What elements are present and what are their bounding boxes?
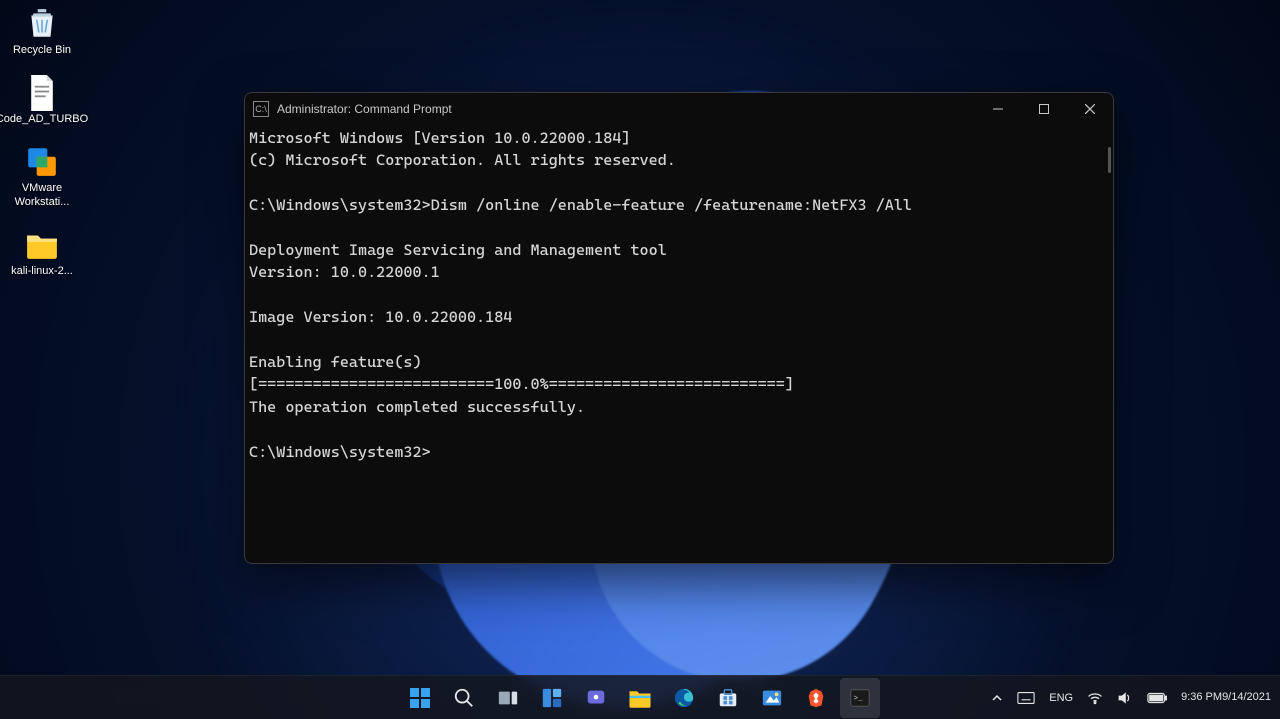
folder-icon <box>24 227 60 263</box>
task-view-button[interactable] <box>488 678 528 718</box>
terminal-line: Version: 10.0.22000.1 <box>249 263 440 281</box>
taskbar-center: >_ <box>400 678 880 718</box>
recycle-bin-icon <box>24 6 60 42</box>
system-tray: ENG 9:36 PM 9/14/2021 <box>988 691 1274 705</box>
language-indicator[interactable]: ENG <box>1046 692 1076 704</box>
command-prompt-button[interactable]: >_ <box>840 678 880 718</box>
scrollbar-thumb[interactable] <box>1108 147 1111 173</box>
maximize-button[interactable] <box>1021 93 1067 125</box>
widgets-button[interactable] <box>532 678 572 718</box>
edge-button[interactable] <box>664 678 704 718</box>
desktop-icon-vmware[interactable]: VMware Workstati... <box>4 142 80 210</box>
desktop-icon-code-ad-turbo[interactable]: Code_AD_TURBO <box>4 73 80 128</box>
terminal-line: Microsoft Windows [Version 10.0.22000.18… <box>249 129 630 147</box>
photos-button[interactable] <box>752 678 792 718</box>
chat-button[interactable] <box>576 678 616 718</box>
keyboard-icon[interactable] <box>1014 691 1038 705</box>
brave-button[interactable] <box>796 678 836 718</box>
terminal-line: [==========================100.0%=======… <box>249 375 794 393</box>
terminal-line: The operation completed successfully. <box>249 398 585 416</box>
file-explorer-button[interactable] <box>620 678 660 718</box>
desktop-icon-label: VMware Workstati... <box>6 182 78 208</box>
battery-icon[interactable] <box>1144 692 1170 704</box>
terminal-line: (c) Microsoft Corporation. All rights re… <box>249 151 676 169</box>
terminal-line: C:\Windows\system32>Dism /online /enable… <box>249 196 912 214</box>
text-file-icon <box>24 75 60 111</box>
clock[interactable]: 9:36 PM 9/14/2021 <box>1178 691 1274 705</box>
tray-overflow-button[interactable] <box>988 692 1006 704</box>
svg-text:>_: >_ <box>854 694 863 702</box>
desktop-icon-kali-folder[interactable]: kali-linux-2... <box>4 225 80 280</box>
desktop-icon-recycle-bin[interactable]: Recycle Bin <box>4 4 80 59</box>
command-prompt-window[interactable]: C:\ Administrator: Command Prompt Micros… <box>244 92 1114 564</box>
desktop-icon-label: kali-linux-2... <box>11 265 73 278</box>
store-button[interactable] <box>708 678 748 718</box>
wifi-icon[interactable] <box>1084 691 1106 705</box>
window-controls <box>975 93 1113 125</box>
desktop-icon-label: Recycle Bin <box>13 44 71 57</box>
window-title: Administrator: Command Prompt <box>277 102 452 116</box>
terminal-output[interactable]: Microsoft Windows [Version 10.0.22000.18… <box>245 125 1113 563</box>
terminal-line: Deployment Image Servicing and Managemen… <box>249 241 667 259</box>
minimize-button[interactable] <box>975 93 1021 125</box>
terminal-line: C:\Windows\system32> <box>249 443 431 461</box>
clock-time: 9:36 PM <box>1181 691 1222 705</box>
terminal-line: Enabling feature(s) <box>249 353 422 371</box>
window-titlebar[interactable]: C:\ Administrator: Command Prompt <box>245 93 1113 125</box>
search-button[interactable] <box>444 678 484 718</box>
terminal-line: Image Version: 10.0.22000.184 <box>249 308 512 326</box>
close-button[interactable] <box>1067 93 1113 125</box>
cmd-icon: C:\ <box>253 101 269 117</box>
language-label: ENG <box>1049 692 1073 704</box>
vmware-icon <box>24 144 60 180</box>
desktop-icons: Recycle Bin Code_AD_TURBO VMware Worksta… <box>4 4 80 280</box>
taskbar: >_ ENG 9:36 PM 9/14/2021 <box>0 675 1280 719</box>
clock-date: 9/14/2021 <box>1222 691 1271 705</box>
start-button[interactable] <box>400 678 440 718</box>
desktop-icon-label: Code_AD_TURBO <box>0 113 88 126</box>
volume-icon[interactable] <box>1114 691 1136 705</box>
